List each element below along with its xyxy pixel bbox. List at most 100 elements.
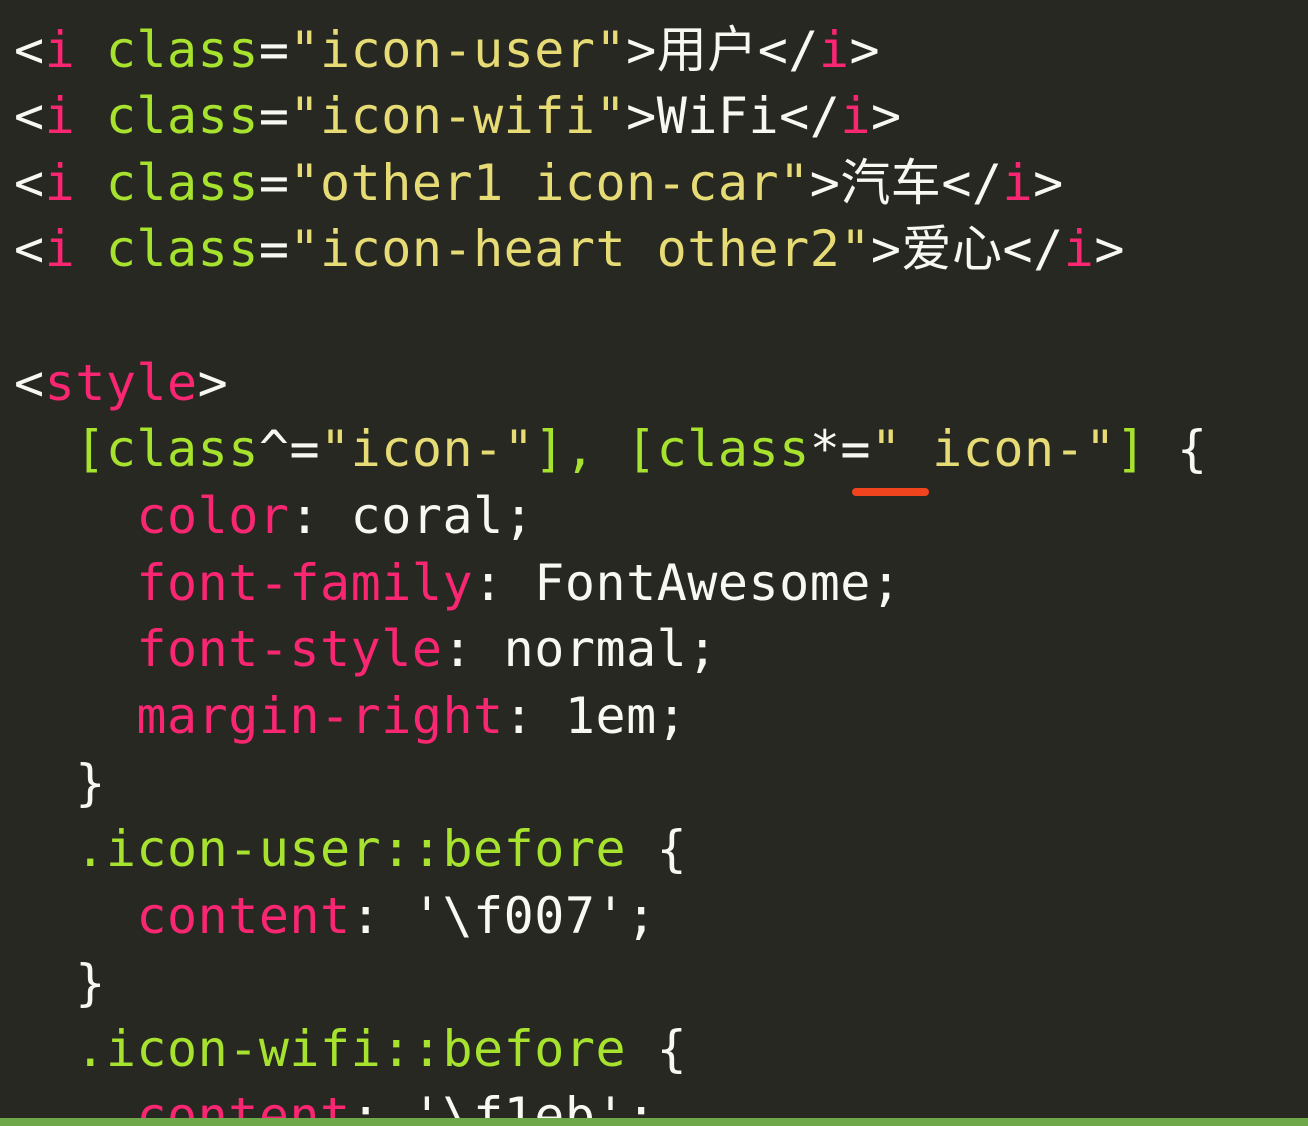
token-punct: <	[14, 154, 45, 212]
token-punct: >	[849, 21, 881, 79]
token-value: FontAwesome;	[534, 554, 902, 612]
token-punct: </	[1002, 220, 1064, 278]
token-attr: class	[75, 154, 259, 212]
token-punct: :	[289, 487, 351, 545]
token-string: " icon-"	[870, 420, 1116, 478]
code-line-decl-1: color: coral;	[14, 483, 534, 549]
token-punct: <	[14, 220, 45, 278]
token-property: content	[136, 887, 351, 945]
token-punct: <	[14, 21, 45, 79]
code-line-decl-3: font-style: normal;	[14, 616, 718, 682]
token-punct: >	[1094, 220, 1125, 278]
annotation-underline	[852, 488, 929, 496]
token-brace: }	[75, 754, 106, 812]
code-line-3: <i class="other1 icon-car">汽车</i>	[14, 150, 1064, 216]
token-punct: </	[757, 21, 819, 79]
token-selector: .icon-wifi::before	[75, 1020, 627, 1078]
token-value: 1em;	[564, 687, 688, 745]
token-punct: >	[809, 154, 841, 212]
token-brace: {	[626, 820, 688, 878]
token-attr: class	[75, 21, 259, 79]
token-punct: :	[473, 554, 535, 612]
token-punct: >	[1033, 154, 1064, 212]
token-punct: :	[350, 887, 412, 945]
token-operator: *=	[809, 420, 871, 478]
token-text: WiFi	[656, 87, 780, 145]
token-punct: >	[626, 87, 657, 145]
token-string: "icon-"	[320, 420, 535, 478]
token-text: 爱心	[901, 220, 1003, 278]
token-tag: i	[840, 87, 871, 145]
code-editor[interactable]: <i class="icon-user">用户</i> <i class="ic…	[0, 0, 1308, 1126]
token-tag: i	[44, 220, 76, 278]
token-punct: :	[442, 620, 504, 678]
code-line-decl-5: content: '\f007';	[14, 883, 657, 949]
token-property: font-style	[136, 620, 443, 678]
token-tag: i	[44, 154, 76, 212]
token-property: margin-right	[136, 687, 504, 745]
token-punct: =	[258, 21, 290, 79]
token-string: "icon-user"	[289, 21, 627, 79]
token-punct: =	[258, 220, 290, 278]
token-string: "other1 icon-car"	[289, 154, 810, 212]
token-punct: <	[14, 87, 45, 145]
token-punct: =	[258, 154, 290, 212]
token-tag: i	[1002, 154, 1034, 212]
token-punct: >	[626, 21, 657, 79]
token-tag: i	[44, 87, 76, 145]
token-brace: }	[75, 954, 106, 1012]
token-value: normal;	[503, 620, 718, 678]
token-punct: >	[197, 354, 229, 412]
token-operator: ^=	[258, 420, 321, 478]
token-brace: {	[626, 1020, 688, 1078]
token-tag: i	[1063, 220, 1095, 278]
token-value: coral;	[350, 487, 535, 545]
token-tag: style	[44, 354, 198, 412]
code-line-close-1: }	[14, 750, 106, 816]
token-selector: ]	[1115, 420, 1177, 478]
code-line-style-open: <style>	[14, 350, 228, 416]
code-line-4: <i class="icon-heart other2">爱心</i>	[14, 216, 1125, 282]
token-punct: >	[870, 220, 902, 278]
token-punct: <	[14, 354, 45, 412]
token-tag: i	[44, 21, 76, 79]
token-punct: </	[779, 87, 841, 145]
token-attr: class	[75, 220, 259, 278]
token-property: font-family	[136, 554, 474, 612]
code-line-close-2: }	[14, 950, 106, 1016]
token-punct: =	[258, 87, 290, 145]
code-line-decl-4: margin-right: 1em;	[14, 683, 687, 749]
code-line-1: <i class="icon-user">用户</i>	[14, 17, 880, 83]
token-selector: [class	[75, 420, 259, 478]
code-line-2: <i class="icon-wifi">WiFi</i>	[14, 83, 902, 149]
token-selector: ], [class	[534, 420, 810, 478]
token-punct: :	[503, 687, 565, 745]
bottom-strip	[0, 1118, 1308, 1126]
token-string: "icon-heart other2"	[289, 220, 871, 278]
token-punct: >	[870, 87, 902, 145]
code-line-decl-2: font-family: FontAwesome;	[14, 550, 902, 616]
token-punct: </	[941, 154, 1003, 212]
code-line-selector-2: .icon-user::before {	[14, 816, 687, 882]
token-text: 用户	[656, 21, 758, 79]
code-line-selector-3: .icon-wifi::before {	[14, 1016, 687, 1082]
token-attr: class	[75, 87, 259, 145]
token-property: color	[136, 487, 290, 545]
token-tag: i	[818, 21, 850, 79]
token-selector: .icon-user::before	[75, 820, 627, 878]
token-text: 汽车	[840, 154, 942, 212]
token-brace: {	[1176, 420, 1208, 478]
token-value: '\f007';	[411, 887, 657, 945]
code-line-selector-1: [class^="icon-"], [class*=" icon-"] {	[14, 416, 1208, 482]
token-string: "icon-wifi"	[289, 87, 627, 145]
